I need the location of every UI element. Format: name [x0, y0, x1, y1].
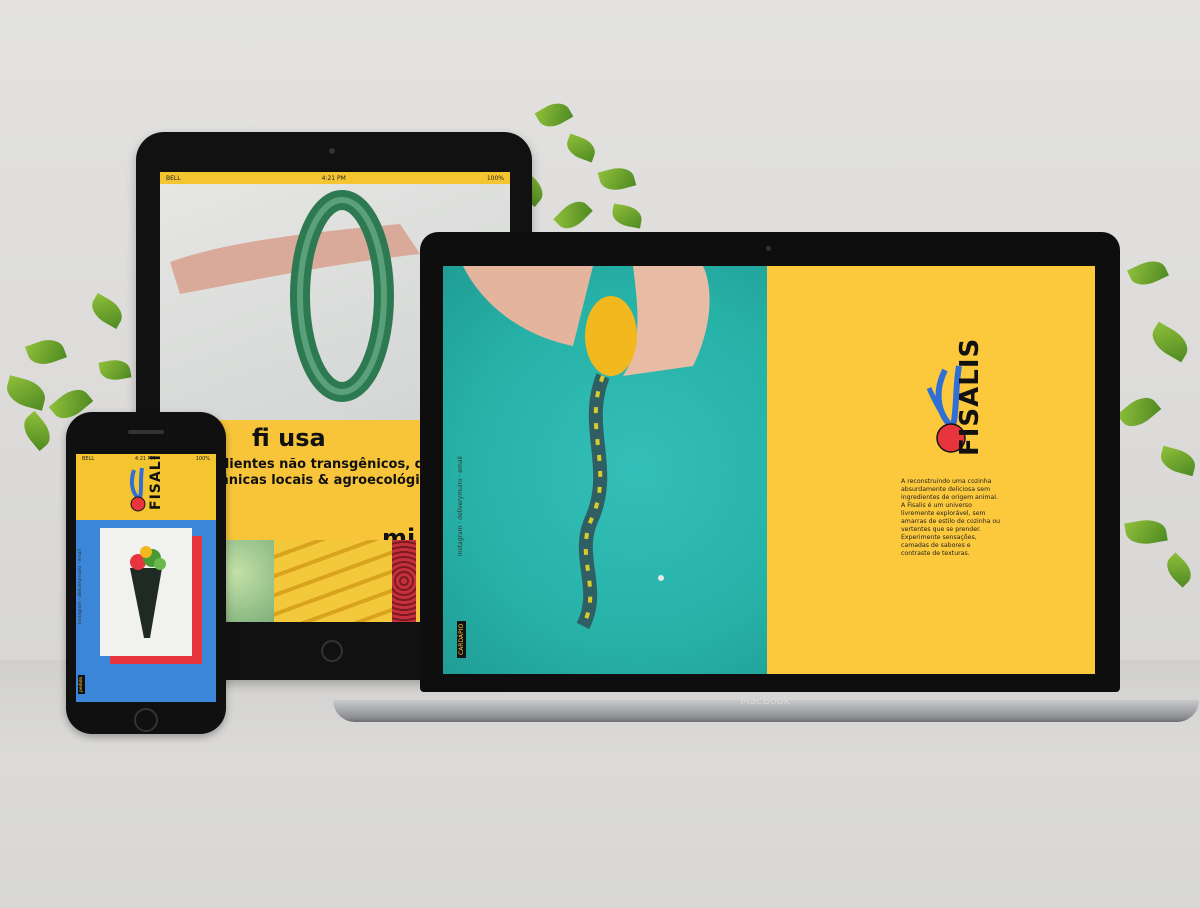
tablet-time: 4:21 PM [321, 174, 346, 182]
laptop-description: A reconstruindo uma cozinha absurdamente… [901, 478, 1001, 557]
phone-logo-text: FISALIS [148, 454, 164, 510]
laptop-side-links[interactable]: instagram · deliverymuiro · email [457, 456, 464, 556]
phone-blue-section [76, 520, 216, 702]
phone-menu-tag[interactable]: pedido [78, 674, 85, 694]
phone-statusbar: BELL 4:21 PM 100% [76, 454, 216, 464]
peeled-fruit-image [463, 266, 710, 630]
phone-battery: 100% [195, 456, 210, 462]
phone-side-links[interactable]: instagram · deliverymuiro · email [78, 549, 83, 624]
tablet-carrier: BELL [166, 174, 181, 182]
tablet-home-button[interactable] [321, 640, 343, 662]
banana-image [274, 540, 392, 622]
tablet-heading: fi usa [252, 424, 326, 452]
tablet-statusbar: BELL 4:21 PM 100% [160, 172, 510, 184]
laptop-brand: MacBook [740, 694, 790, 707]
tablet-camera [329, 148, 335, 154]
pomegranate-image [392, 540, 416, 622]
phone-device: BELL 4:21 PM 100% FISALIS instagram · de [66, 412, 226, 734]
phone-home-button[interactable] [134, 708, 158, 732]
laptop-screen: FISALIS instagram · deliverymuiro · emai… [443, 266, 1095, 674]
laptop-logo-text: FISALIS [955, 337, 985, 456]
laptop-yellow-panel: FISALIS [767, 266, 1095, 674]
laptop-hero-photo [443, 266, 767, 674]
phone-speaker [128, 430, 164, 434]
phone-carrier: BELL [82, 456, 95, 462]
phone-screen: BELL 4:21 PM 100% FISALIS instagram · de [76, 454, 216, 702]
laptop-menu-tag[interactable]: CARDÁPIO [457, 620, 466, 658]
laptop-camera [766, 246, 771, 251]
tablet-battery: 100% [486, 174, 504, 182]
phone-product-photo [100, 528, 192, 656]
temaki-image [130, 546, 166, 638]
